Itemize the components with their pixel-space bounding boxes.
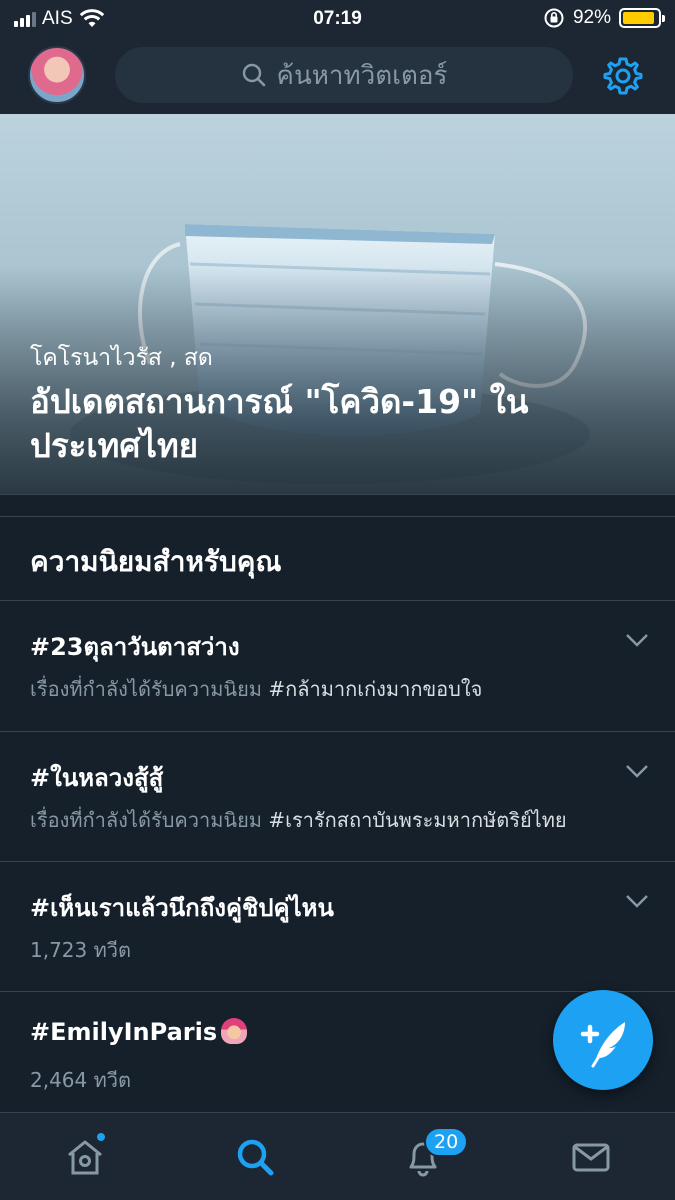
compose-tweet-button[interactable] <box>553 990 653 1090</box>
notifications-badge: 20 <box>424 1127 469 1157</box>
trend-meta-prefix: เรื่องที่กำลังได้รับความนิยม <box>30 808 262 832</box>
trend-meta: 2,464 ทวีต <box>30 1064 131 1096</box>
hero-kicker: โคโรนาไวรัส , สด <box>30 345 213 371</box>
search-placeholder: ค้นหาทวิตเตอร์ <box>276 60 448 91</box>
status-right: 92% <box>543 7 665 29</box>
section-separator <box>0 494 675 516</box>
divider <box>0 516 675 517</box>
battery-icon <box>619 8 665 28</box>
hero-title: อัปเดตสถานการณ์ "โควิด-19" ในประเทศไทย <box>30 382 529 465</box>
rotation-lock-icon <box>544 8 564 28</box>
search-tab-icon[interactable] <box>233 1135 277 1179</box>
home-new-dot <box>95 1131 107 1143</box>
bottom-tab-bar: 20 <box>0 1112 675 1200</box>
trend-name: #23ตุลาวันตาสว่าง <box>30 633 240 661</box>
search-icon <box>242 63 265 87</box>
top-header: ค้นหาทวิตเตอร์ <box>0 38 675 114</box>
chevron-down-icon[interactable] <box>625 894 649 908</box>
battery-percent: 92% <box>572 7 611 28</box>
trend-item[interactable]: #เห็นเราแล้วนึกถึงคู่ชิปคู่ไหน 1,723 ทวี… <box>0 862 675 992</box>
trend-item[interactable]: #ในหลวงสู้สู้ เรื่องที่กำลังได้รับความนิ… <box>0 732 675 862</box>
chevron-down-icon[interactable] <box>625 633 649 647</box>
woman-tipping-hand-emoji-icon <box>221 1018 248 1044</box>
profile-avatar[interactable] <box>28 46 86 104</box>
status-bar: AIS 07:19 92% <box>0 0 675 38</box>
trend-meta-tag: #เรารักสถาบันพระมหากษัตริย์ไทย <box>268 808 567 832</box>
trend-name: #ในหลวงสู้สู้ <box>30 764 164 792</box>
trend-meta-tag: #กล้ามากเก่งมากขอบใจ <box>268 677 483 701</box>
compose-feather-icon <box>580 1022 625 1068</box>
trend-tweet-count: 2,464 ทวีต <box>30 1068 132 1092</box>
search-bar[interactable]: ค้นหาทวิตเตอร์ <box>115 47 573 103</box>
hero-banner[interactable]: โคโรนาไวรัส , สด อัปเดตสถานการณ์ "โควิด-… <box>0 114 675 494</box>
trend-name-text: #EmilyInParis <box>30 1018 218 1046</box>
trend-name: #EmilyInParis <box>30 1018 248 1046</box>
trend-item[interactable]: #23ตุลาวันตาสว่าง เรื่องที่กำลังได้รับคว… <box>0 601 675 731</box>
trend-name: #เห็นเราแล้วนึกถึงคู่ชิปคู่ไหน <box>30 894 334 922</box>
trend-meta: 1,723 ทวีต <box>30 934 131 966</box>
trend-meta-prefix: เรื่องที่กำลังได้รับความนิยม <box>30 677 262 701</box>
trend-meta: เรื่องที่กำลังได้รับความนิยม #เรารักสถาบ… <box>30 804 567 836</box>
trend-meta: เรื่องที่กำลังได้รับความนิยม #กล้ามากเก่… <box>30 673 482 705</box>
settings-gear-icon[interactable] <box>603 56 643 96</box>
chevron-down-icon[interactable] <box>625 764 649 778</box>
mail-icon[interactable] <box>569 1135 613 1179</box>
section-title: ความนิยมสำหรับคุณ <box>30 545 282 578</box>
trend-tweet-count: 1,723 ทวีต <box>30 938 132 962</box>
